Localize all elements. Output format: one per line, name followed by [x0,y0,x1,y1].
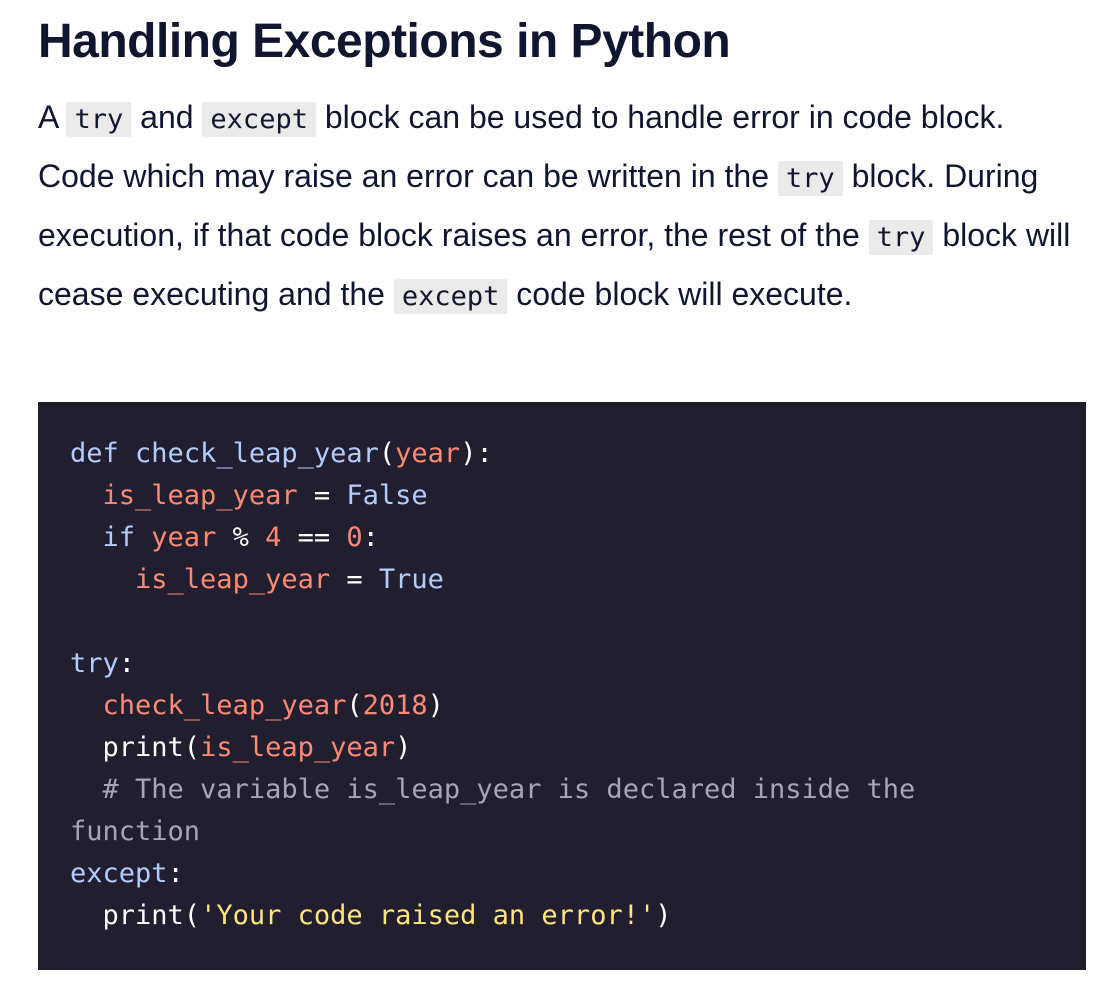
code-constant: False [346,480,428,511]
code-punct: ( [346,690,363,721]
code-number: 0 [346,522,363,553]
text-segment: A [38,99,67,135]
code-punct: : [362,522,379,553]
code-variable: is_leap_year [102,480,298,511]
code-builtin: print [102,900,184,931]
code-comment: function [70,816,201,847]
code-punct: ( [183,732,201,763]
code-punct: : [167,858,184,889]
inline-code-try: try [777,161,843,196]
code-keyword: def [70,438,119,469]
code-keyword: except [70,858,168,889]
inline-code-except: except [393,279,508,314]
page-title: Handling Exceptions in Python [38,15,731,68]
intro-paragraph: A try and except block can be used to ha… [38,89,1088,325]
code-operator: % [216,522,266,553]
inline-code-except: except [202,102,316,137]
code-string: 'Your code raised an error!' [200,900,656,931]
code-punct: ) [655,900,672,931]
inline-code-try: try [66,102,132,137]
code-punct: ( [183,900,201,931]
code-number: 2018 [362,690,428,721]
code-punct: ) [427,690,444,721]
code-operator: == [281,522,347,553]
code-keyword: try [70,648,119,679]
code-punct: ( [378,438,396,469]
code-punct: : [118,648,136,679]
code-block[interactable]: def check_leap_year(year): is_leap_year … [38,402,1086,970]
code-punct: ) [395,732,412,763]
code-operator: = [297,480,347,511]
code-variable: year [395,438,461,469]
code-function-call: check_leap_year [102,690,347,721]
code-punct: ): [460,438,493,469]
code-operator: = [330,564,379,595]
inline-code-try: try [868,220,934,255]
text-segment: and [131,99,203,135]
code-builtin: print [102,732,184,763]
code-variable: is_leap_year [200,732,396,763]
code-comment: # The variable is_leap_year is declared … [102,774,916,805]
code-content[interactable]: def check_leap_year(year): is_leap_year … [70,433,915,937]
code-keyword: if [102,522,136,553]
text-segment: code block will execute. [507,276,853,312]
code-function-name: check_leap_year [135,438,379,469]
code-constant: True [378,564,444,595]
code-number: 4 [265,522,282,553]
code-variable: year [151,522,217,553]
code-variable: is_leap_year [135,564,331,595]
